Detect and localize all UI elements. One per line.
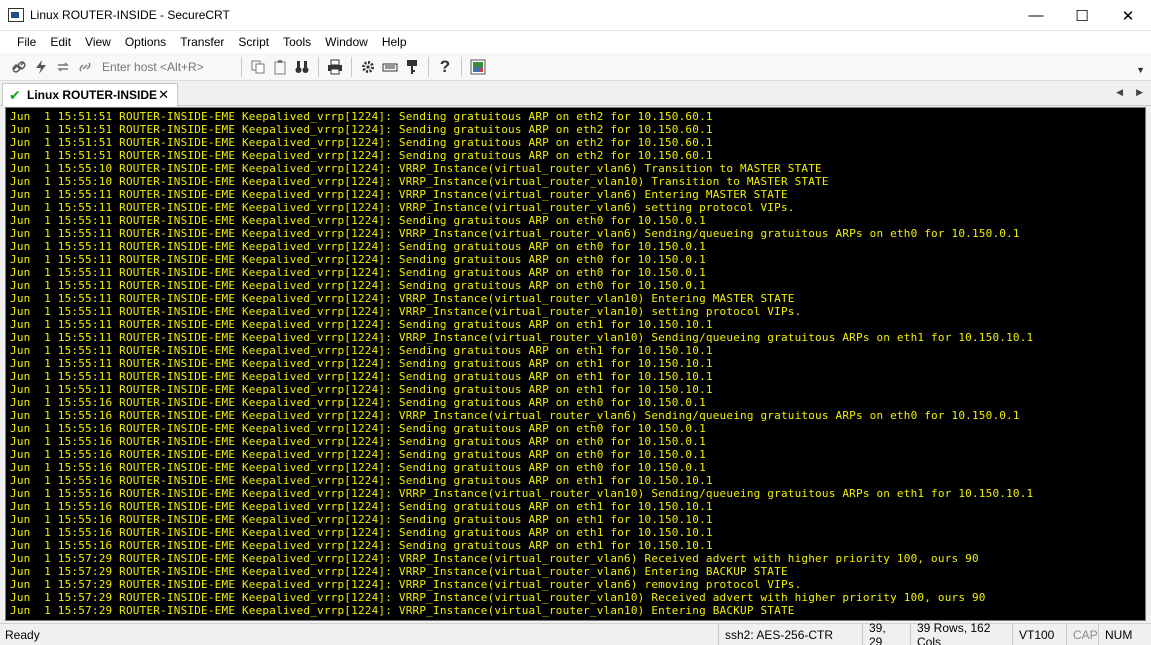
terminal-line: Jun 1 15:55:16 ROUTER-INSIDE-EME Keepali… (10, 539, 713, 552)
paste-icon[interactable] (269, 56, 291, 78)
terminal-line: Jun 1 15:55:16 ROUTER-INSIDE-EME Keepali… (10, 487, 1034, 500)
tab-label: Linux ROUTER-INSIDE (27, 88, 158, 102)
menu-bar: File Edit View Options Transfer Script T… (0, 31, 1151, 53)
close-window-button[interactable]: ✕ (1105, 0, 1151, 31)
terminal-line: Jun 1 15:51:51 ROUTER-INSIDE-EME Keepali… (10, 110, 713, 123)
session-tab-bar: ✔ Linux ROUTER-INSIDE ✕ ◀ ▶ (0, 81, 1151, 106)
terminal-line: Jun 1 15:55:16 ROUTER-INSIDE-EME Keepali… (10, 526, 713, 539)
securecrt-app-icon (8, 8, 24, 22)
toolbar-separator (428, 56, 429, 77)
terminal-line: Jun 1 15:57:29 ROUTER-INSIDE-EME Keepali… (10, 565, 788, 578)
terminal-line: Jun 1 15:51:51 ROUTER-INSIDE-EME Keepali… (10, 149, 713, 162)
menu-transfer[interactable]: Transfer (173, 35, 231, 49)
tab-scroll-left-icon[interactable]: ◀ (1116, 87, 1123, 98)
menu-tools[interactable]: Tools (276, 35, 318, 49)
toolbar: Enter host <Alt+R> ? ▼ (0, 53, 1151, 81)
terminal-line: Jun 1 15:55:11 ROUTER-INSIDE-EME Keepali… (10, 266, 706, 279)
terminal-line: Jun 1 15:55:11 ROUTER-INSIDE-EME Keepali… (10, 331, 1034, 344)
status-caps-lock: CAP (1066, 624, 1098, 645)
terminal-line: Jun 1 15:55:11 ROUTER-INSIDE-EME Keepali… (10, 305, 802, 318)
menu-options[interactable]: Options (118, 35, 173, 49)
terminal-line: Jun 1 15:51:51 ROUTER-INSIDE-EME Keepali… (10, 123, 713, 136)
session-options-gear-icon[interactable] (357, 56, 379, 78)
find-binoculars-icon[interactable] (291, 56, 313, 78)
menu-view[interactable]: View (78, 35, 118, 49)
terminal-line: Jun 1 15:55:16 ROUTER-INSIDE-EME Keepali… (10, 500, 713, 513)
terminal-line: Jun 1 15:55:11 ROUTER-INSIDE-EME Keepali… (10, 383, 713, 396)
help-icon[interactable]: ? (434, 56, 456, 78)
terminal-line: Jun 1 15:55:11 ROUTER-INSIDE-EME Keepali… (10, 370, 713, 383)
menu-help[interactable]: Help (375, 35, 414, 49)
title-bar: Linux ROUTER-INSIDE - SecureCRT — ☐ ✕ (0, 0, 1151, 31)
terminal-line: Jun 1 15:55:16 ROUTER-INSIDE-EME Keepali… (10, 435, 706, 448)
terminal-line: Jun 1 15:55:11 ROUTER-INSIDE-EME Keepali… (10, 292, 795, 305)
tab-linux-router-inside[interactable]: ✔ Linux ROUTER-INSIDE ✕ (2, 83, 178, 106)
status-emulation: VT100 (1012, 624, 1066, 645)
terminal-line: Jun 1 15:55:11 ROUTER-INSIDE-EME Keepali… (10, 188, 788, 201)
terminal-line: Jun 1 15:55:16 ROUTER-INSIDE-EME Keepali… (10, 448, 706, 461)
tab-scroll-right-icon[interactable]: ▶ (1136, 87, 1143, 98)
terminal-line: Jun 1 15:55:10 ROUTER-INSIDE-EME Keepali… (10, 162, 822, 175)
print-icon[interactable] (324, 56, 346, 78)
terminal-line: Jun 1 15:55:11 ROUTER-INSIDE-EME Keepali… (10, 344, 713, 357)
terminal-output[interactable]: Jun 1 15:51:51 ROUTER-INSIDE-EME Keepali… (5, 107, 1146, 621)
window-title: Linux ROUTER-INSIDE - SecureCRT (30, 8, 230, 22)
terminal-line: Jun 1 15:55:11 ROUTER-INSIDE-EME Keepali… (10, 253, 706, 266)
status-ready: Ready (5, 628, 40, 642)
terminal-line: Jun 1 15:55:11 ROUTER-INSIDE-EME Keepali… (10, 214, 706, 227)
terminal-line: Jun 1 15:55:11 ROUTER-INSIDE-EME Keepali… (10, 227, 1020, 240)
terminal-line: Jun 1 15:55:11 ROUTER-INSIDE-EME Keepali… (10, 318, 713, 331)
toolbar-separator (241, 56, 242, 77)
terminal-line: Jun 1 15:55:16 ROUTER-INSIDE-EME Keepali… (10, 474, 713, 487)
terminal-line: Jun 1 15:55:16 ROUTER-INSIDE-EME Keepali… (10, 396, 706, 409)
terminal-line: Jun 1 15:55:16 ROUTER-INSIDE-EME Keepali… (10, 513, 713, 526)
status-terminal-size: 39 Rows, 162 Cols (910, 621, 1012, 645)
terminal-line: Jun 1 15:55:16 ROUTER-INSIDE-EME Keepali… (10, 409, 1020, 422)
menu-file[interactable]: File (10, 35, 43, 49)
minimize-button[interactable]: — (1013, 0, 1059, 31)
menu-edit[interactable]: Edit (43, 35, 78, 49)
menu-window[interactable]: Window (318, 35, 375, 49)
quick-connect-icon[interactable] (30, 56, 52, 78)
toolbar-separator (318, 56, 319, 77)
copy-icon[interactable] (247, 56, 269, 78)
status-bar: Ready ssh2: AES-256-CTR 39, 29 39 Rows, … (0, 621, 1151, 645)
status-connection: ssh2: AES-256-CTR (718, 624, 860, 645)
status-cursor-position: 39, 29 (862, 621, 908, 645)
connected-checkmark-icon: ✔ (9, 86, 21, 103)
toolbar-overflow-chevron-icon[interactable]: ▼ (1136, 65, 1145, 75)
terminal-line: Jun 1 15:51:51 ROUTER-INSIDE-EME Keepali… (10, 136, 713, 149)
tab-close-icon[interactable]: ✕ (158, 87, 169, 103)
terminal-line: Jun 1 15:57:29 ROUTER-INSIDE-EME Keepali… (10, 578, 802, 591)
terminal-line: Jun 1 15:55:11 ROUTER-INSIDE-EME Keepali… (10, 357, 713, 370)
terminal-line: Jun 1 15:55:11 ROUTER-INSIDE-EME Keepali… (10, 240, 706, 253)
keygen-key-icon[interactable] (401, 56, 423, 78)
terminal-line: Jun 1 15:57:29 ROUTER-INSIDE-EME Keepali… (10, 591, 986, 604)
enter-host-input[interactable]: Enter host <Alt+R> (96, 57, 236, 77)
menu-script[interactable]: Script (231, 35, 276, 49)
reconnect-icon[interactable] (52, 56, 74, 78)
terminal-line: Jun 1 15:55:10 ROUTER-INSIDE-EME Keepali… (10, 175, 829, 188)
terminal-line: Jun 1 15:55:16 ROUTER-INSIDE-EME Keepali… (10, 422, 706, 435)
terminal-line: Jun 1 15:57:29 ROUTER-INSIDE-EME Keepali… (10, 604, 795, 617)
terminal-line: Jun 1 15:57:29 ROUTER-INSIDE-EME Keepali… (10, 552, 979, 565)
toolbar-separator (351, 56, 352, 77)
window-controls: — ☐ ✕ (1013, 0, 1151, 31)
terminal-line: Jun 1 15:55:16 ROUTER-INSIDE-EME Keepali… (10, 461, 706, 474)
connect-icon[interactable] (8, 56, 30, 78)
sftp-image-icon[interactable] (467, 56, 489, 78)
keymap-keyboard-icon[interactable] (379, 56, 401, 78)
terminal-line: Jun 1 15:55:11 ROUTER-INSIDE-EME Keepali… (10, 201, 795, 214)
toolbar-separator (461, 56, 462, 77)
status-num-lock: NUM (1098, 624, 1151, 645)
disconnect-icon[interactable] (74, 56, 96, 78)
maximize-button[interactable]: ☐ (1059, 0, 1105, 31)
terminal-line: Jun 1 15:55:11 ROUTER-INSIDE-EME Keepali… (10, 279, 706, 292)
